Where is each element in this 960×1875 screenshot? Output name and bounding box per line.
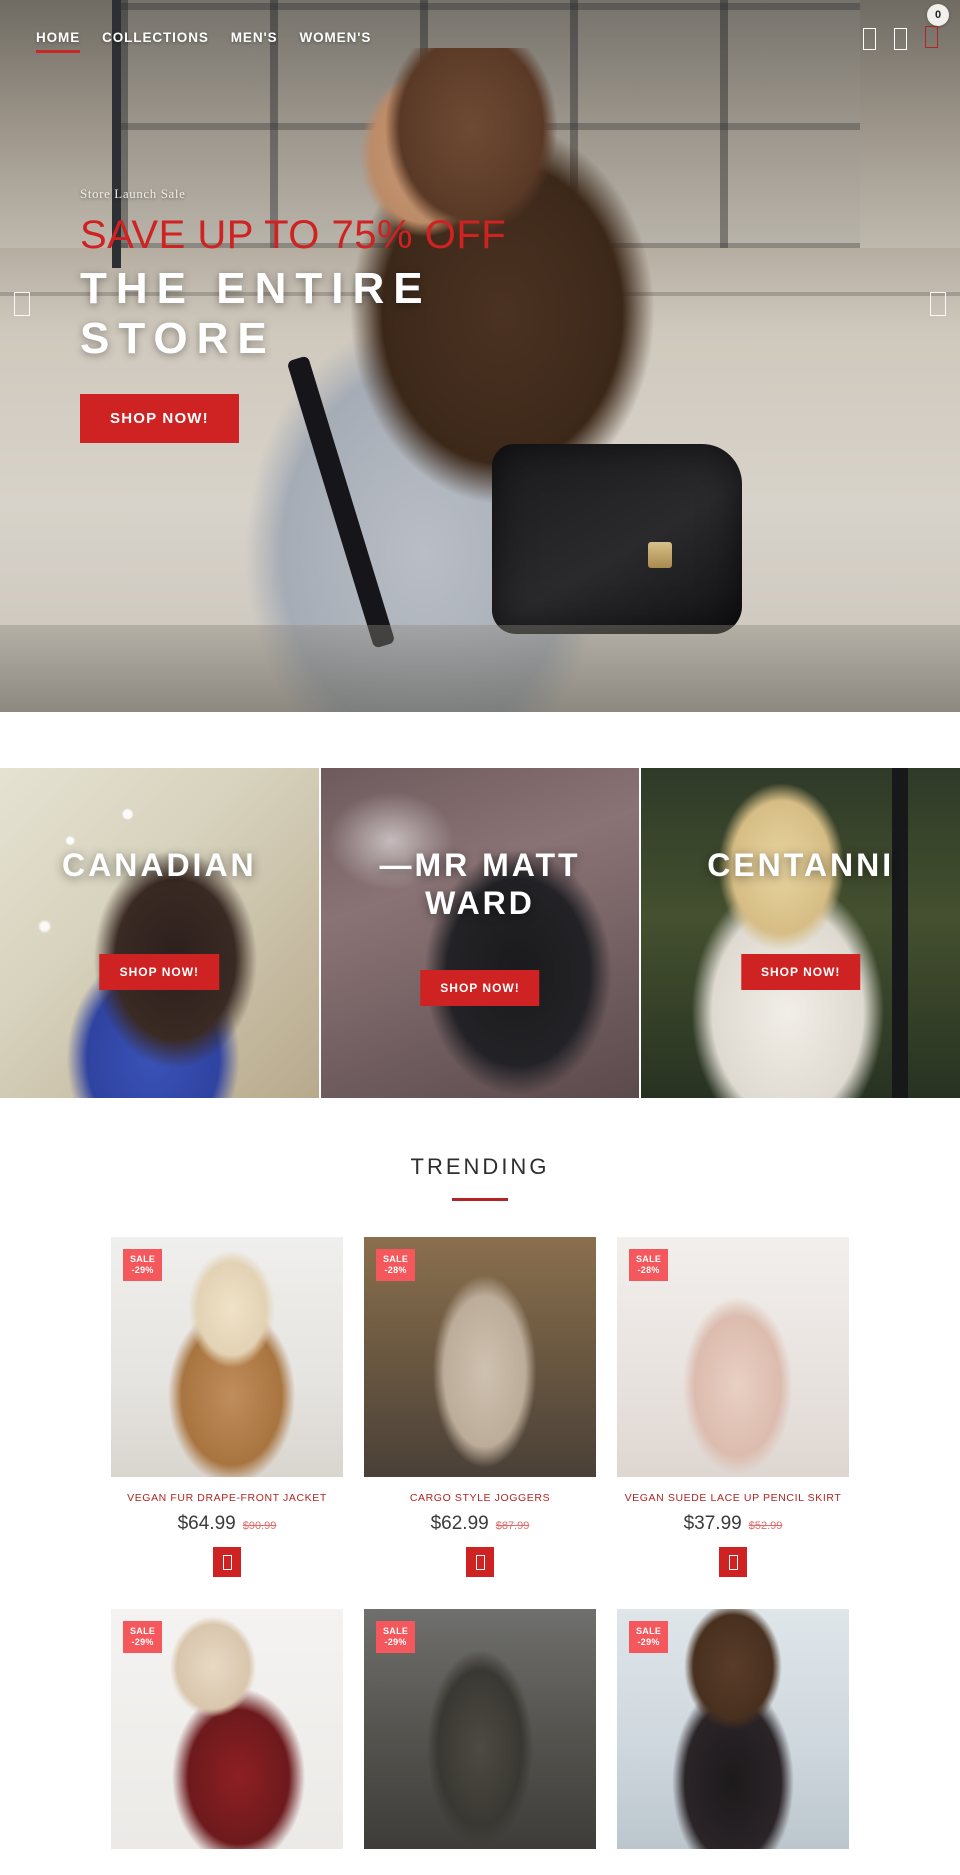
sale-badge-label: SALE [636, 1626, 662, 1636]
trending-section-header: TRENDING [0, 1154, 960, 1201]
product-prices: $37.99 $52.99 [617, 1513, 849, 1535]
hero-sale-headline: SAVE UP TO 75% OFF [80, 213, 507, 257]
product-price: $62.99 [430, 1513, 489, 1534]
hero-copy: Store Launch Sale SAVE UP TO 75% OFF THE… [80, 186, 510, 443]
cart-button[interactable]: 0 [925, 3, 949, 53]
product-price: $64.99 [177, 1513, 236, 1534]
nav-item-womens[interactable]: WOMEN'S [299, 30, 371, 49]
product-prices: $64.99 $90.99 [111, 1513, 343, 1535]
site-header: HOME COLLECTIONS MEN'S WOMEN'S 0 [0, 0, 960, 78]
collection-tile-mr-matt-ward[interactable]: —MR MATT WARD SHOP NOW! [320, 768, 640, 1098]
sale-badge-label: SALE [130, 1254, 156, 1264]
product-original-price: $52.99 [748, 1520, 783, 1532]
product-image[interactable]: SALE -29% [111, 1609, 343, 1849]
hero-next-arrow-icon[interactable] [930, 292, 946, 316]
hero-shop-now-button[interactable]: SHOP NOW! [80, 394, 239, 443]
sale-badge: SALE -29% [123, 1621, 163, 1653]
sale-badge-percent: -29% [131, 1637, 154, 1647]
sale-badge-percent: -29% [637, 1637, 660, 1647]
product-card[interactable]: SALE -29% VEGAN FUR DRAPE-FRONT JACKET $… [111, 1237, 343, 1577]
add-to-cart-button[interactable] [719, 1547, 747, 1577]
sale-badge: SALE -29% [123, 1249, 163, 1281]
cart-count-badge: 0 [927, 3, 949, 26]
add-to-cart-button[interactable] [466, 1547, 494, 1577]
hero-prev-arrow-icon[interactable] [14, 292, 30, 316]
collection-tile-label: CANADIAN [62, 847, 257, 883]
product-title[interactable]: VEGAN SUEDE LACE UP PENCIL SKIRT [617, 1492, 849, 1504]
sale-badge-percent: -29% [384, 1637, 407, 1647]
nav-item-home[interactable]: HOME [36, 30, 81, 53]
product-image[interactable]: SALE -29% [364, 1609, 596, 1849]
user-account-icon[interactable] [894, 28, 907, 50]
product-card[interactable]: SALE -29% [364, 1609, 596, 1849]
product-card[interactable]: SALE -29% [111, 1609, 343, 1849]
product-original-price: $87.99 [495, 1520, 530, 1532]
product-image[interactable]: SALE -28% [617, 1237, 849, 1477]
product-card[interactable]: SALE -29% [617, 1609, 849, 1849]
sale-badge-percent: -28% [637, 1265, 660, 1275]
product-image[interactable]: SALE -28% [364, 1237, 596, 1477]
collection-shop-now-button[interactable]: SHOP NOW! [99, 954, 220, 990]
collection-tile-centanni[interactable]: CENTANNI SHOP NOW! [641, 768, 960, 1098]
section-title: TRENDING [410, 1154, 550, 1179]
sale-badge-percent: -29% [131, 1265, 154, 1275]
product-image[interactable]: SALE -29% [617, 1609, 849, 1849]
collection-tile-label: CENTANNI [707, 847, 895, 883]
shopping-cart-icon [475, 1554, 485, 1570]
section-title-rule [452, 1198, 508, 1201]
sale-badge-label: SALE [130, 1626, 156, 1636]
hero-slider: Store Launch Sale SAVE UP TO 75% OFF THE… [0, 0, 960, 712]
product-card[interactable]: SALE -28% CARGO STYLE JOGGERS $62.99 $87… [364, 1237, 596, 1577]
sale-badge-label: SALE [636, 1254, 662, 1264]
sale-badge-label: SALE [383, 1254, 409, 1264]
product-title[interactable]: VEGAN FUR DRAPE-FRONT JACKET [111, 1492, 343, 1504]
shopping-cart-icon [728, 1554, 738, 1570]
product-prices: $62.99 $87.99 [364, 1513, 596, 1535]
collection-tile-label: —MR MATT WARD [379, 847, 581, 921]
product-grid: SALE -29% VEGAN FUR DRAPE-FRONT JACKET $… [111, 1237, 849, 1849]
collection-shop-now-button[interactable]: SHOP NOW! [420, 970, 540, 1006]
search-icon[interactable] [863, 28, 876, 50]
sale-badge: SALE -29% [376, 1621, 416, 1653]
tile-background-image [320, 768, 640, 1098]
collection-tiles: CANADIAN SHOP NOW! —MR MATT WARD SHOP NO… [0, 768, 960, 1098]
add-to-cart-button[interactable] [213, 1547, 241, 1577]
shopping-cart-icon [222, 1554, 232, 1570]
sale-badge: SALE -28% [376, 1249, 416, 1281]
product-title[interactable]: CARGO STYLE JOGGERS [364, 1492, 596, 1504]
header-icon-group: 0 [863, 3, 949, 53]
sale-badge: SALE -29% [629, 1621, 669, 1653]
product-price: $37.99 [683, 1513, 742, 1534]
tile-background-image [0, 768, 319, 1098]
sale-badge-label: SALE [383, 1626, 409, 1636]
product-image[interactable]: SALE -29% [111, 1237, 343, 1477]
sale-badge-percent: -28% [384, 1265, 407, 1275]
nav-item-mens[interactable]: MEN'S [231, 30, 278, 49]
hero-kicker: Store Launch Sale [80, 186, 186, 201]
product-original-price: $90.99 [242, 1520, 277, 1532]
collection-shop-now-button[interactable]: SHOP NOW! [740, 954, 861, 990]
product-card[interactable]: SALE -28% VEGAN SUEDE LACE UP PENCIL SKI… [617, 1237, 849, 1577]
collection-tile-canadian[interactable]: CANADIAN SHOP NOW! [0, 768, 319, 1098]
nav-item-collections[interactable]: COLLECTIONS [102, 30, 209, 49]
tile-background-image [641, 768, 960, 1098]
storefront-page: HOME COLLECTIONS MEN'S WOMEN'S 0 Store L… [0, 0, 960, 1849]
sale-badge: SALE -28% [629, 1249, 669, 1281]
main-navigation: HOME COLLECTIONS MEN'S WOMEN'S [36, 30, 371, 53]
shopping-cart-icon[interactable] [925, 25, 938, 48]
hero-main-headline: THE ENTIRE STORE [80, 264, 432, 363]
